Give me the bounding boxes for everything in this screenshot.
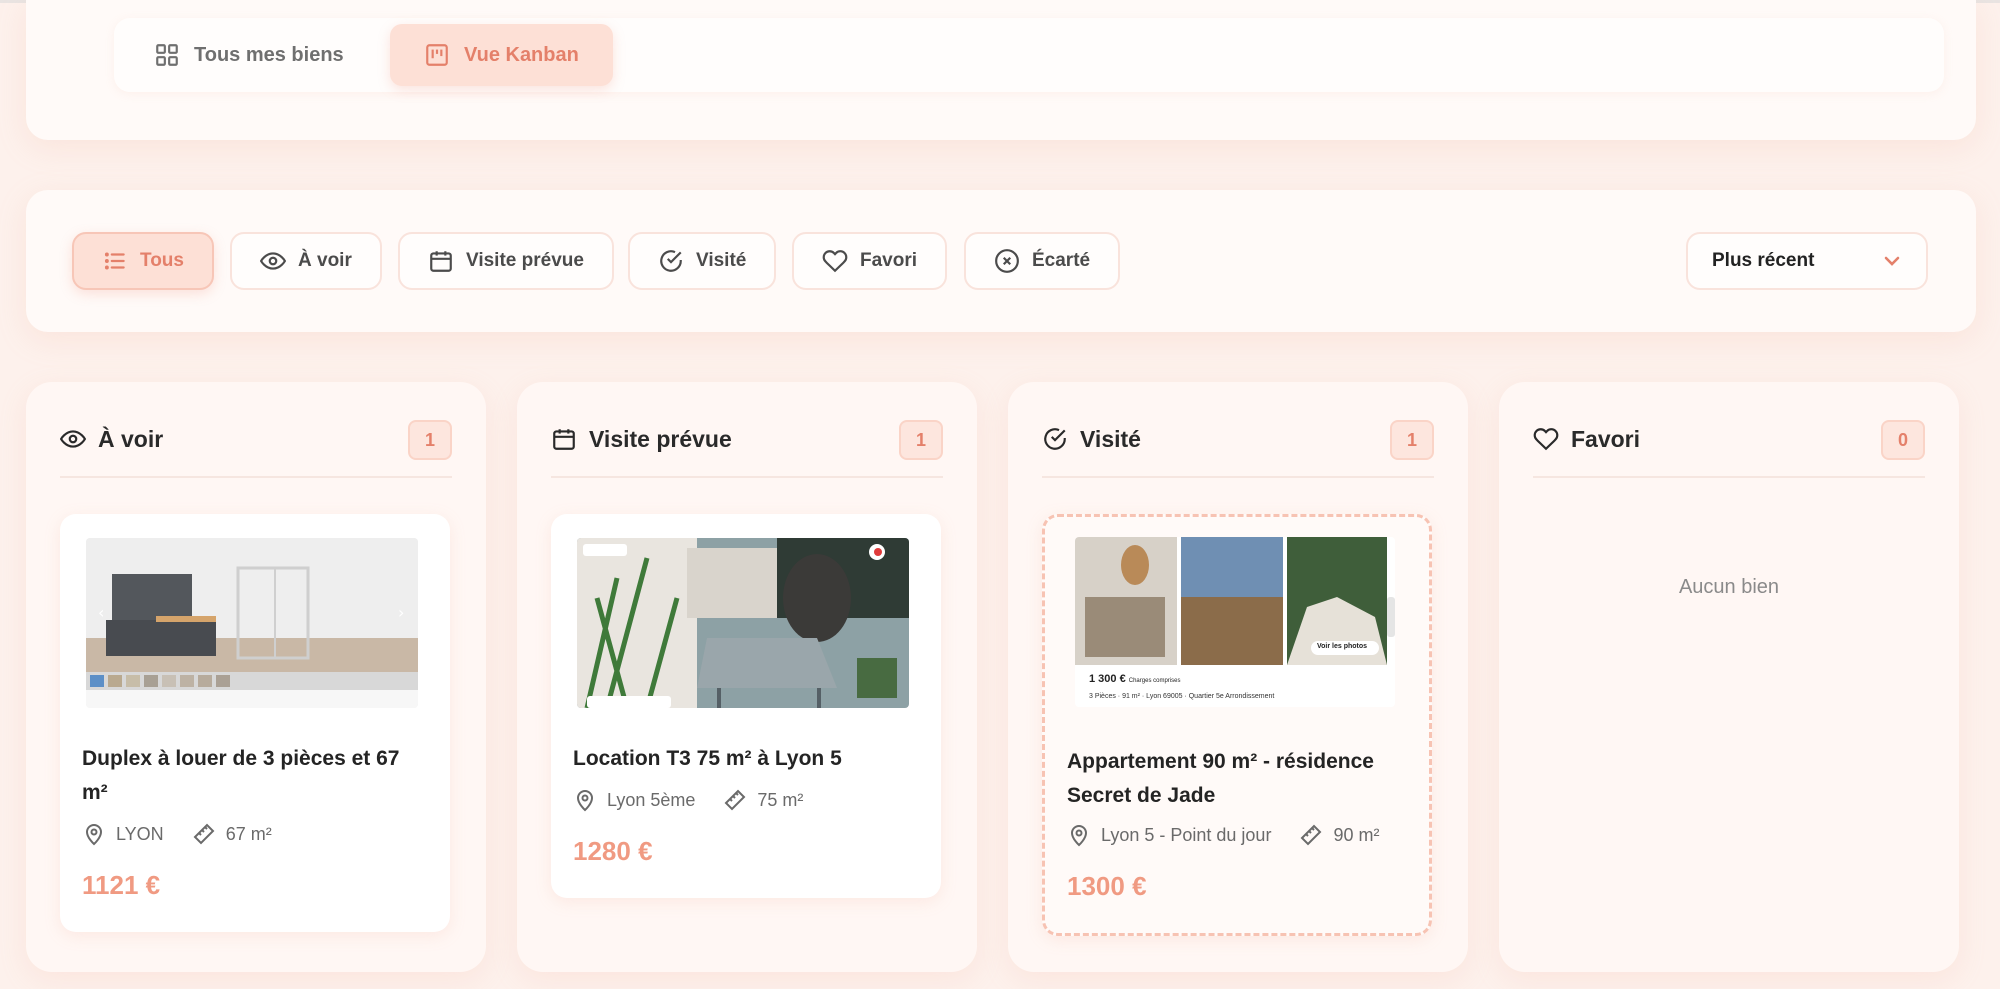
property-price: 1300 €	[1067, 871, 1147, 901]
column-count-badge: 1	[1390, 420, 1434, 460]
column-title: Visité	[1080, 425, 1141, 452]
property-area: 67 m²	[225, 823, 272, 844]
property-photo[interactable]: 1 300 € Charges comprises 3 Pièces · 91 …	[1075, 537, 1395, 707]
kanban-icon	[426, 44, 448, 66]
check-circle-icon	[660, 250, 682, 272]
property-location: Lyon 5 - Point du jour	[1101, 824, 1272, 845]
thumb-photos-button[interactable]: Voir les photos	[1317, 643, 1367, 650]
x-circle-icon	[995, 249, 1019, 273]
column-count-badge: 0	[1881, 420, 1925, 460]
heart-icon	[822, 250, 848, 273]
calendar-icon	[553, 429, 575, 450]
column-title: Visite prévue	[589, 425, 732, 452]
ruler-icon	[193, 823, 215, 845]
property-card[interactable]: Location T3 75 m² à Lyon 5 Lyon 5ème 75 …	[551, 514, 941, 898]
property-title[interactable]: Location T3 75 m² à Lyon 5	[573, 742, 919, 776]
filter-chip-favori[interactable]: Favori	[792, 232, 948, 290]
check-circle-icon	[1044, 428, 1066, 450]
view-kanban-button[interactable]: Vue Kanban	[390, 24, 613, 86]
heart-icon	[1533, 428, 1559, 451]
svg-text:‹: ‹	[98, 603, 104, 622]
property-title[interactable]: Duplex à louer de 3 pièces et 67 m²	[82, 742, 428, 810]
property-meta: Lyon 5 - Point du jour 90 m²	[1067, 823, 1379, 847]
column-title: Favori	[1571, 425, 1641, 452]
filter-label: Visité	[696, 250, 747, 271]
column-header: Visité 1	[1042, 416, 1434, 478]
view-switcher: Tous mes biens Vue Kanban	[114, 18, 1944, 92]
sort-selected-label: Plus récent	[1712, 250, 1815, 271]
column-header: Favori 0	[1533, 416, 1925, 478]
property-title[interactable]: Appartement 90 m² - résidence Secret de …	[1067, 745, 1413, 813]
filter-chip-ecarte[interactable]: Écarté	[964, 232, 1121, 290]
filter-label: À voir	[298, 250, 352, 271]
column-count-badge: 1	[899, 420, 943, 460]
filter-panel: Tous À voir Visite prévue Visité Favori …	[26, 190, 1976, 332]
kanban-column-visite: Visité 1 1 300 € Charges comprises 3 Piè…	[1008, 382, 1468, 972]
property-price: 1121 €	[82, 870, 161, 900]
filter-label: Tous	[140, 250, 184, 271]
location-pin-icon	[1070, 825, 1088, 847]
column-header: Visite prévue 1	[551, 416, 943, 478]
sort-select[interactable]: Plus récent	[1686, 232, 1928, 290]
filter-chip-visite-prevue[interactable]: Visite prévue	[398, 232, 614, 290]
view-all-button[interactable]: Tous mes biens	[132, 24, 366, 86]
column-count-badge: 1	[408, 420, 452, 460]
property-location: LYON	[116, 823, 164, 844]
location-pin-icon	[576, 790, 594, 812]
eye-icon	[60, 430, 86, 448]
chevron-down-icon	[1884, 256, 1900, 266]
thumb-charges: Charges comprises	[1128, 678, 1181, 684]
calendar-icon	[430, 251, 452, 272]
eye-icon	[260, 252, 286, 270]
filter-chip-a-voir[interactable]: À voir	[230, 232, 382, 290]
list-icon	[104, 252, 125, 270]
property-location: Lyon 5ème	[607, 789, 696, 810]
property-meta: Lyon 5ème 75 m²	[573, 788, 803, 812]
thumb-description: 3 Pièces · 91 m² · Lyon 69005 · Quartier…	[1089, 693, 1275, 700]
location-pin-icon	[85, 824, 103, 846]
view-kanban-label: Vue Kanban	[464, 43, 579, 66]
grid-icon	[156, 44, 178, 66]
property-price: 1280 €	[573, 836, 653, 866]
view-panel: Tous mes biens Vue Kanban	[26, 0, 1976, 140]
property-area: 75 m²	[757, 789, 804, 810]
property-area: 90 m²	[1333, 824, 1380, 845]
filter-label: Favori	[860, 250, 918, 271]
filter-label: Visite prévue	[466, 250, 584, 271]
filter-chip-visite[interactable]: Visité	[628, 232, 777, 290]
ruler-icon	[724, 789, 746, 811]
ruler-icon	[1301, 824, 1322, 846]
empty-column-text: Aucun bien	[1678, 576, 1780, 598]
column-header: À voir 1	[60, 416, 452, 478]
kanban-column-favori: Favori 0 Aucun bien	[1499, 382, 1959, 972]
filter-chip-tous[interactable]: Tous	[72, 232, 214, 290]
property-photo[interactable]: ‹ ›	[86, 538, 418, 708]
column-title: À voir	[98, 425, 164, 452]
property-card[interactable]: ‹ › Duplex à louer de 3 pièces et 67 m² …	[60, 514, 450, 932]
kanban-column-a-voir: À voir 1 ‹ › Duplex à louer de 3 pièces …	[26, 382, 486, 972]
svg-text:›: ›	[398, 603, 404, 622]
kanban-column-visite-prevue: Visite prévue 1 Location T3 75 m² à Lyon…	[517, 382, 977, 972]
thumb-price: 1 300 €	[1089, 673, 1126, 685]
property-photo[interactable]	[577, 538, 909, 708]
property-meta: LYON 67 m²	[82, 822, 272, 846]
property-card[interactable]: 1 300 € Charges comprises 3 Pièces · 91 …	[1042, 514, 1432, 936]
view-all-label: Tous mes biens	[194, 43, 344, 66]
filter-label: Écarté	[1032, 250, 1091, 271]
